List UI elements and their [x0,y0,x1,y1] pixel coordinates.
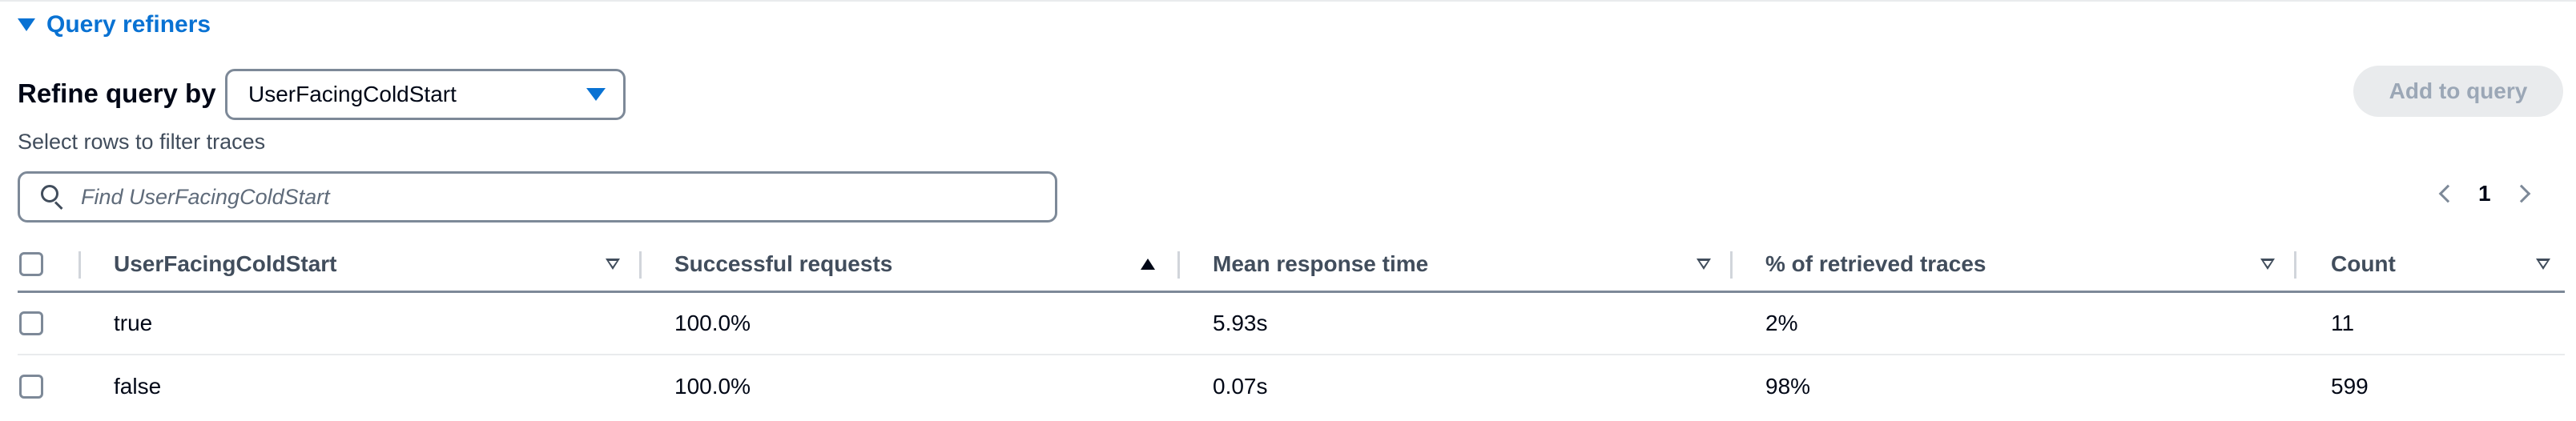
sort-caret-down-icon [606,258,620,270]
helper-text: Select rows to filter traces [18,130,266,154]
cell-value: false [114,374,162,399]
column-separator [2294,251,2296,279]
search-field[interactable] [18,171,1057,223]
sort-caret-down-icon [2260,258,2275,270]
caret-down-icon [18,18,35,31]
select-all-checkbox[interactable] [19,251,43,276]
dropdown-caret-icon [586,88,606,101]
table-row[interactable]: false 100.0% 0.07s 98% 599 [18,355,2565,418]
column-separator [639,251,642,279]
sort-caret-down-icon [1697,258,1711,270]
cell-percent: 98% [1765,374,1811,399]
sort-percent-retrieved-button[interactable] [2260,237,2275,291]
page-number[interactable]: 1 [2478,181,2491,206]
sort-caret-down-icon [2536,258,2550,270]
row-select-cell [19,355,43,418]
cell-mean: 5.93s [1213,311,1268,335]
top-divider [0,0,2576,2]
search-input[interactable] [81,184,1026,210]
column-header-mean-response-time[interactable]: Mean response time [1213,237,1428,291]
column-separator [1730,251,1733,279]
sort-count-button[interactable] [2536,237,2550,291]
cell-percent: 2% [1765,311,1798,335]
column-separator [1177,251,1180,279]
add-to-query-button[interactable]: Add to query [2353,66,2563,117]
row-checkbox[interactable] [19,375,43,399]
section-title: Query refiners [46,11,211,38]
select-all-cell [19,237,43,291]
cell-value: true [114,311,153,335]
row-select-cell [19,293,43,354]
column-header-successful-requests[interactable]: Successful requests [674,237,892,291]
cell-mean: 0.07s [1213,374,1268,399]
column-header-userfacingcoldstart[interactable]: UserFacingColdStart [114,237,337,291]
query-refiners-panel: Query refiners Refine query by UserFacin… [0,0,2576,421]
cell-successful: 100.0% [674,374,751,399]
sort-successful-requests-button[interactable] [1141,237,1155,291]
previous-page-icon[interactable] [2438,184,2457,203]
refiner-table: UserFacingColdStart Successful requests … [18,237,2565,418]
cell-successful: 100.0% [674,311,751,335]
sort-caret-up-icon [1141,258,1155,270]
column-separator [78,251,81,279]
sort-userfacingcoldstart-button[interactable] [606,237,620,291]
refine-query-select[interactable]: UserFacingColdStart [225,69,626,120]
column-header-percent-retrieved[interactable]: % of retrieved traces [1765,237,1986,291]
query-refiners-toggle[interactable]: Query refiners [18,11,211,38]
search-icon [41,185,65,210]
selected-value: UserFacingColdStart [248,82,457,106]
next-page-icon[interactable] [2512,184,2530,203]
sort-mean-response-time-button[interactable] [1697,237,1711,291]
cell-count: 599 [2331,374,2369,399]
table-header-row: UserFacingColdStart Successful requests … [18,237,2565,293]
row-checkbox[interactable] [19,311,43,335]
pagination: 1 [2438,181,2530,206]
table-row[interactable]: true 100.0% 5.93s 2% 11 [18,293,2565,355]
column-header-count[interactable]: Count [2331,237,2396,291]
refine-query-label: Refine query by [18,78,216,108]
cell-count: 11 [2331,311,2355,335]
